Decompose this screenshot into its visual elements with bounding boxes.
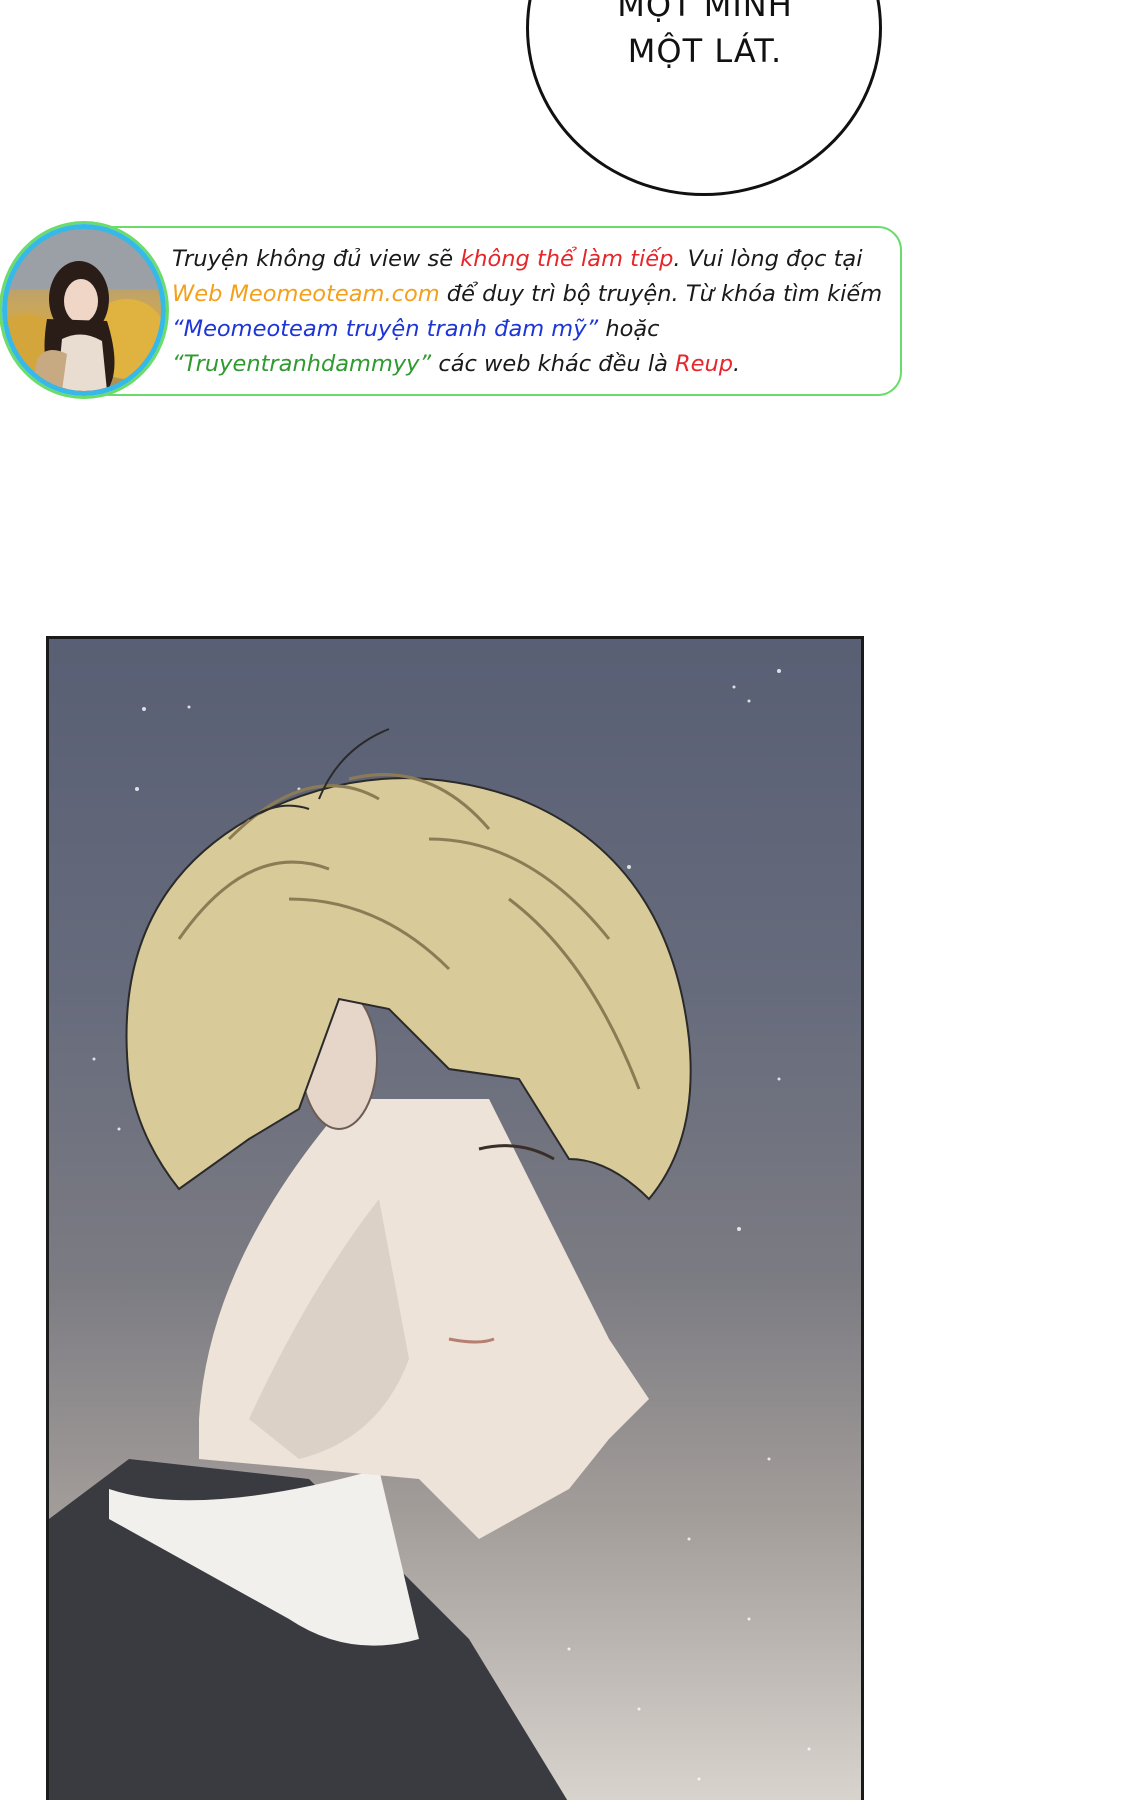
notice-text: Truyện không đủ view sẽ không thể làm ti… bbox=[172, 242, 902, 382]
notice-line-3: “Meomeoteam truyện tranh đam mỹ” hoặc bbox=[172, 312, 902, 347]
panel-illustration bbox=[49, 669, 811, 1800]
speech-line-1: MỘT MÌNH bbox=[617, 0, 793, 24]
notice-highlight-reup: Reup bbox=[675, 351, 734, 377]
manga-panel bbox=[46, 636, 864, 1800]
avatar-portrait bbox=[7, 229, 161, 391]
notice-highlight-red: không thể làm tiếp bbox=[460, 246, 674, 272]
notice-line-2: Web Meomeoteam.com để duy trì bộ truyện.… bbox=[172, 277, 902, 312]
face bbox=[199, 1099, 649, 1539]
speech-bubble-text: MỘT MÌNH MỘT LÁT. bbox=[560, 0, 850, 74]
website-link[interactable]: Web Meomeoteam.com bbox=[172, 281, 440, 307]
notice-text-segment: . Vui lòng đọc tại bbox=[673, 246, 863, 272]
notice-text-segment: các web khác đều là bbox=[431, 351, 676, 377]
search-keyword-1: “Meomeoteam truyện tranh đam mỹ” bbox=[172, 316, 599, 342]
notice-text-segment: để duy trì bộ truyện. Từ khóa tìm kiếm bbox=[439, 281, 883, 307]
search-keyword-2: “Truyentranhdammyy” bbox=[172, 351, 432, 377]
notice-line-1: Truyện không đủ view sẽ không thể làm ti… bbox=[172, 242, 902, 277]
notice-text-segment: Truyện không đủ view sẽ bbox=[172, 246, 461, 272]
notice-text-segment: . bbox=[733, 351, 741, 377]
avatar bbox=[2, 224, 166, 396]
speech-line-2: MỘT LÁT. bbox=[627, 32, 783, 70]
notice-text-segment: hoặc bbox=[598, 316, 660, 342]
notice-line-4: “Truyentranhdammyy” các web khác đều là … bbox=[172, 347, 902, 382]
